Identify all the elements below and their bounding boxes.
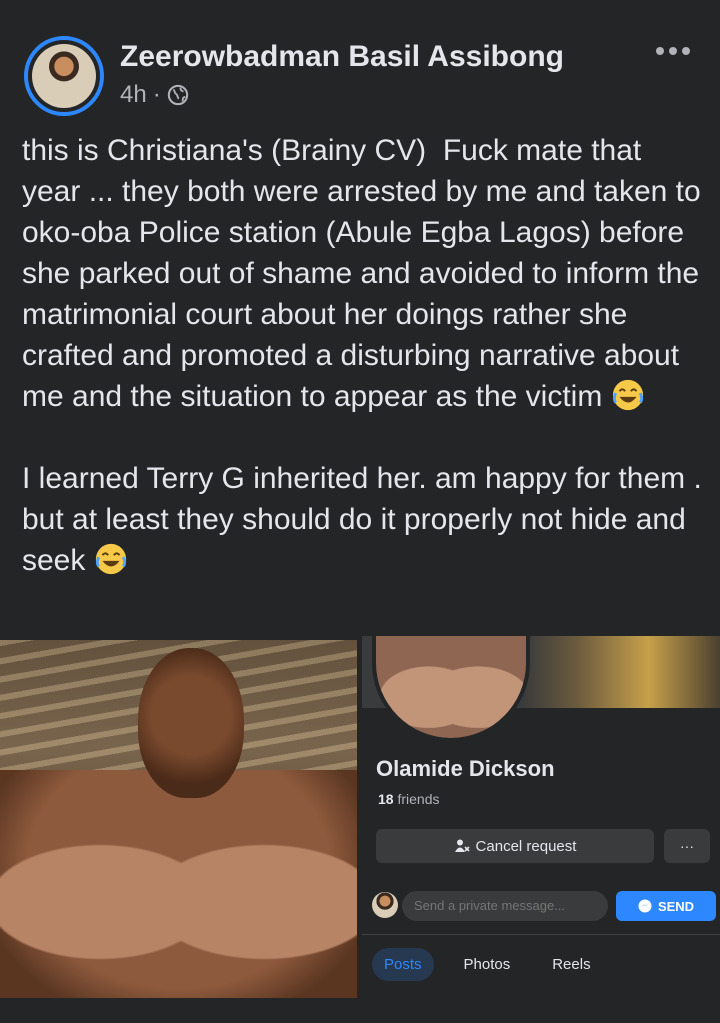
- profile-photo: [372, 636, 530, 742]
- globe-icon: [167, 84, 188, 106]
- friends-number: 18: [378, 791, 394, 807]
- cancel-request-label: Cancel request: [475, 837, 577, 855]
- viewer-avatar: [372, 892, 398, 918]
- divider: [362, 934, 720, 935]
- author-avatar[interactable]: [24, 36, 104, 116]
- post-photo-left[interactable]: [0, 640, 357, 998]
- author-name[interactable]: Zeerowbadman Basil Assibong: [120, 40, 564, 74]
- friends-label: friends: [397, 791, 440, 807]
- send-button[interactable]: SEND: [616, 891, 716, 921]
- laughing-emoji-icon: [95, 543, 126, 575]
- more-dot: [669, 47, 677, 55]
- cancel-request-button[interactable]: Cancel request: [376, 829, 654, 863]
- post-header: Zeerowbadman Basil Assibong 4h ·: [24, 36, 704, 116]
- laughing-emoji-icon: [612, 379, 643, 411]
- profile-screenshot[interactable]: Olamide Dickson 18 friends Cancel reques…: [362, 636, 720, 1023]
- more-options-button[interactable]: [656, 42, 704, 66]
- profile-more-button[interactable]: ···: [664, 829, 710, 863]
- tab-posts[interactable]: Posts: [372, 948, 434, 981]
- friends-count: 18 friends: [378, 791, 440, 807]
- user-cancel-icon: [454, 839, 470, 852]
- more-dot: [656, 47, 664, 55]
- more-dot: [682, 47, 690, 55]
- send-label: SEND: [657, 898, 695, 914]
- photo-subject-head: [138, 648, 244, 798]
- tab-photos[interactable]: Photos: [452, 948, 523, 981]
- photo-subject-body: [0, 770, 357, 998]
- messenger-icon: [638, 899, 652, 913]
- tab-reels[interactable]: Reels: [540, 948, 602, 981]
- post-meta: 4h ·: [120, 81, 189, 109]
- post-text: this is Christiana's (Brainy CV) Fuck ma…: [22, 130, 702, 581]
- private-message-input[interactable]: [402, 891, 608, 921]
- meta-separator: ·: [152, 81, 161, 108]
- post-time[interactable]: 4h: [120, 81, 147, 109]
- profile-name: Olamide Dickson: [376, 756, 555, 781]
- profile-tabs: Posts Photos Reels: [372, 948, 603, 981]
- post-paragraph-1: this is Christiana's (Brainy CV) Fuck ma…: [22, 134, 710, 413]
